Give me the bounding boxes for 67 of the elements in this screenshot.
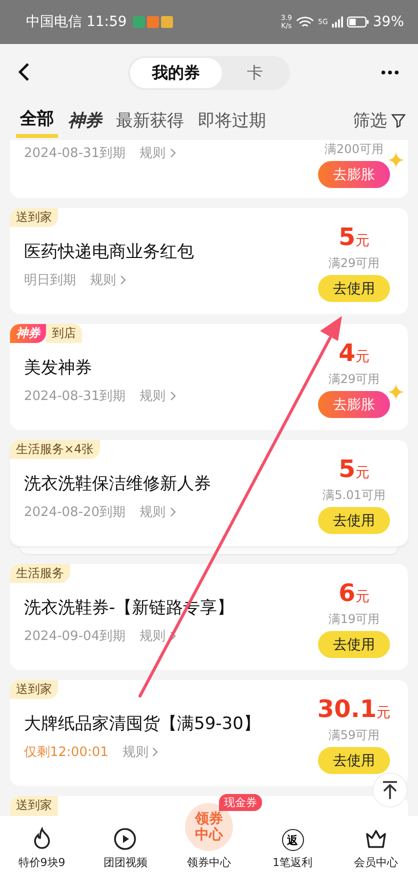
- chevron-right-icon[interactable]: [170, 507, 176, 517]
- coupon-amount: 30.1元: [317, 696, 391, 725]
- filter-tab[interactable]: 最新获得: [112, 104, 188, 136]
- nav-label[interactable]: 会员中心: [354, 855, 398, 870]
- expiry-date: 2024-09-04到期: [24, 628, 126, 645]
- chevron-right-icon[interactable]: [152, 747, 158, 757]
- wifi-icon: [296, 16, 314, 28]
- battery-icon: [346, 16, 369, 28]
- expiry-date: 仅剩12:00:01: [24, 744, 108, 761]
- filter-tab[interactable]: 即将过期: [194, 104, 270, 136]
- usage-condition: 满29可用: [328, 371, 380, 387]
- coupon-amount: 4元: [338, 340, 370, 369]
- chevron-right-icon[interactable]: [120, 275, 126, 285]
- app-notification-icon: [160, 16, 173, 28]
- coupon-tag: 生活服务: [10, 564, 70, 583]
- coupon-tag: 神券: [10, 324, 46, 343]
- sparkle-icon: [388, 384, 404, 400]
- segment-tab[interactable]: 卡: [222, 58, 288, 88]
- nav-label[interactable]: 特价9块9: [18, 855, 66, 870]
- chevron-right-icon[interactable]: [170, 148, 176, 158]
- more-icon[interactable]: [380, 70, 400, 74]
- play-icon[interactable]: [113, 827, 138, 851]
- back-icon[interactable]: [18, 62, 30, 82]
- use-button[interactable]: 去使用: [318, 631, 390, 658]
- chevron-right-icon[interactable]: [170, 631, 176, 641]
- filter-button[interactable]: 筛选: [353, 104, 406, 136]
- app-notification-icon: [146, 16, 159, 28]
- coupon-amount: 5元: [338, 456, 370, 485]
- nav-label[interactable]: 团团视频: [103, 855, 148, 870]
- crown-icon[interactable]: [364, 827, 388, 851]
- use-button[interactable]: 去使用: [318, 275, 390, 302]
- signal-icon: [332, 16, 343, 28]
- expiry-date: 2024-08-20到期: [24, 504, 126, 521]
- use-button[interactable]: 去使用: [318, 507, 390, 534]
- filter-icon[interactable]: [391, 112, 406, 128]
- app-notification-icon: [132, 16, 145, 28]
- battery-percentage: 39%: [372, 14, 404, 30]
- usage-condition: 满29可用: [328, 255, 380, 271]
- coupon-title: 大牌纸品家清囤货【满59-30】: [24, 713, 260, 735]
- usage-condition: 满200可用: [324, 141, 384, 157]
- coupon-tag: 送到家: [10, 208, 58, 227]
- sparkle-icon: [388, 152, 404, 168]
- usage-condition: 满59可用: [328, 727, 380, 743]
- usage-condition: 满19可用: [328, 611, 380, 627]
- coupon-title: 医药快递电商业务红包: [24, 241, 194, 263]
- expiry-date: 2024-08-31到期: [24, 388, 126, 405]
- expiry-date: 明日到期: [24, 272, 76, 289]
- coupon-tag: 到店: [46, 324, 82, 343]
- coupon-title: 洗衣洗鞋保洁维修新人券: [24, 473, 211, 495]
- coupon-amount: 5元: [338, 224, 370, 253]
- chevron-right-icon[interactable]: [170, 391, 176, 401]
- segment-tab[interactable]: 我的券: [130, 58, 222, 88]
- carrier-time: 中国电信 11:59: [26, 13, 127, 31]
- cash-coupon-badge: 现金券: [219, 794, 262, 811]
- use-button[interactable]: 去使用: [318, 747, 390, 774]
- usage-condition: 满5.01可用: [322, 487, 386, 503]
- back-to-top-icon[interactable]: [372, 772, 408, 808]
- coupon-tag: 生活服务×4张: [10, 440, 100, 459]
- coupon-title: 美发神券: [24, 357, 92, 379]
- expiry-date: 2024-08-31到期: [24, 145, 126, 162]
- nav-label[interactable]: 领券中心: [186, 855, 231, 870]
- rebate-icon[interactable]: 返: [282, 829, 304, 851]
- nav-label[interactable]: 1笔返利: [272, 855, 313, 870]
- coupon-tag: 送到家: [10, 680, 58, 699]
- coupon-amount: 6元: [338, 580, 370, 609]
- filter-tab[interactable]: 神券: [64, 104, 106, 136]
- coupon-tag: 送到家: [10, 796, 58, 816]
